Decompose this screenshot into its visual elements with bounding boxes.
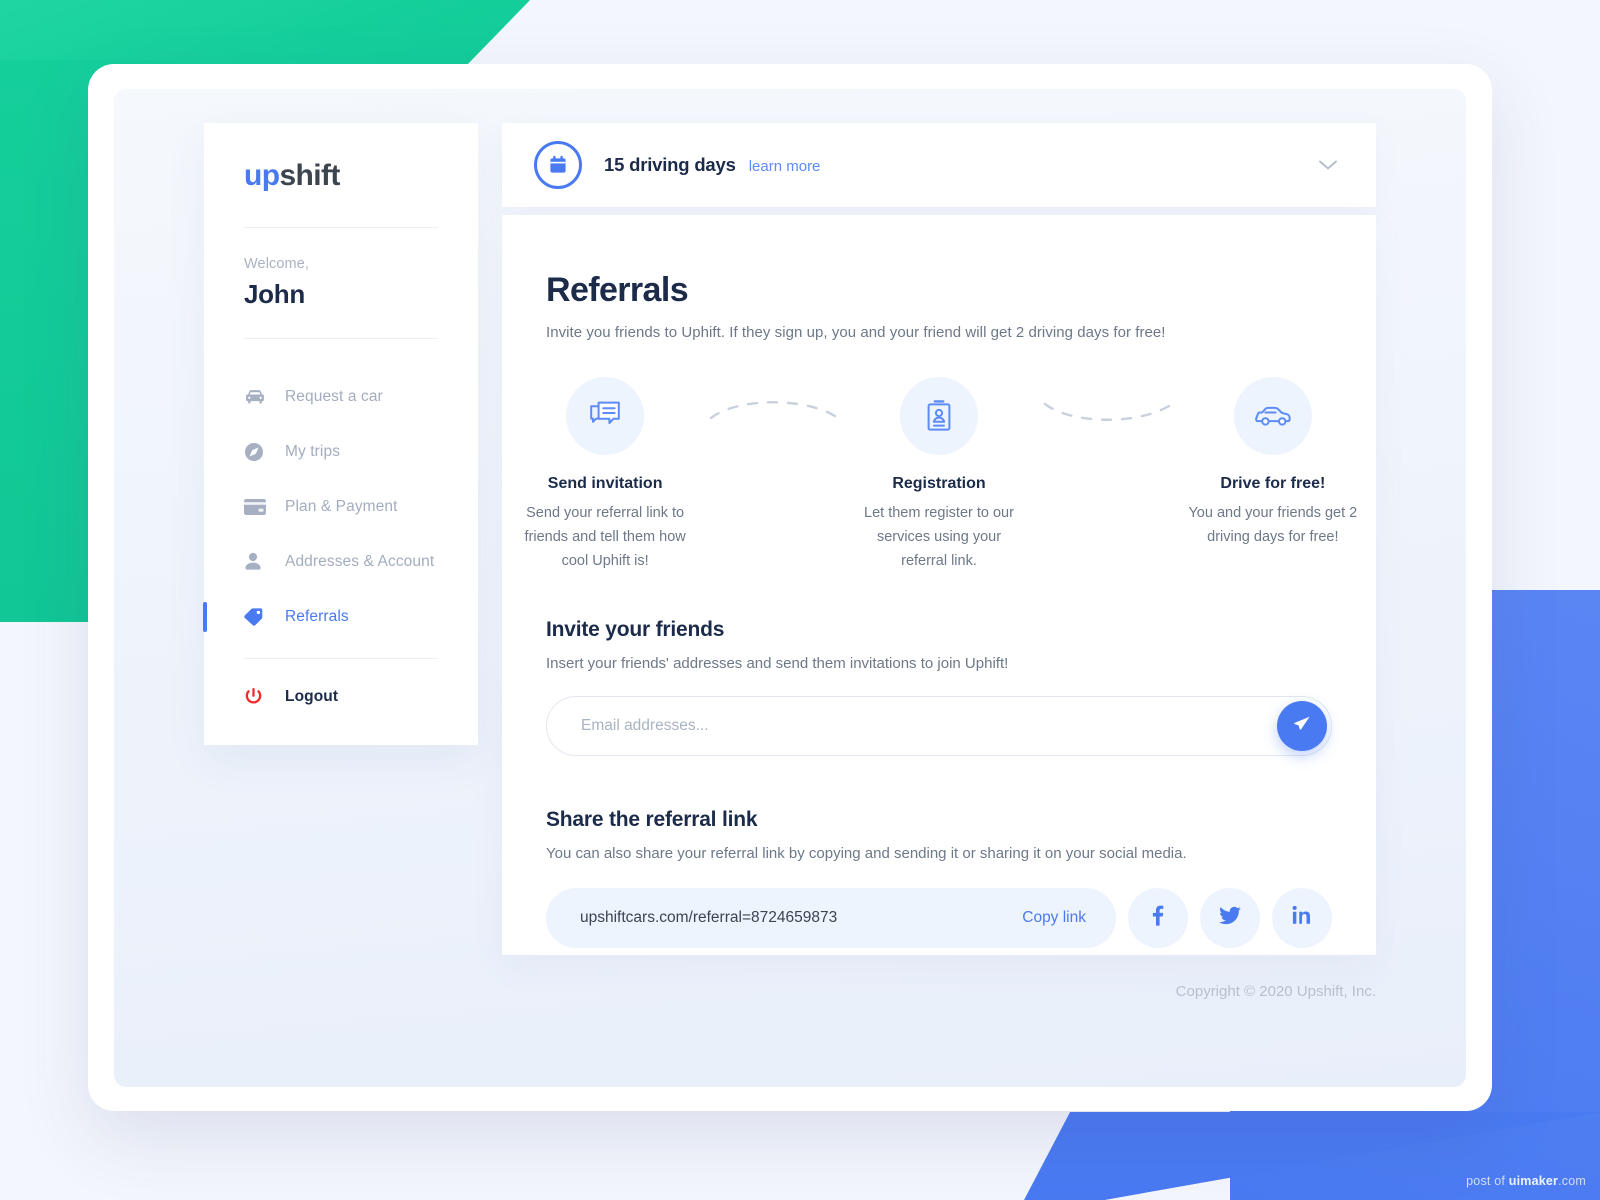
sidebar-item-label: My trips <box>285 442 341 460</box>
chat-bubbles-icon <box>566 377 645 455</box>
step-connector-1 <box>708 377 840 455</box>
step-send-invitation: Send invitation Send your referral link … <box>502 377 708 574</box>
person-icon <box>244 552 270 572</box>
sidebar-item-request-a-car[interactable]: Request a car <box>204 369 478 424</box>
sidebar-item-referrals[interactable]: Referrals <box>203 589 478 644</box>
watermark: post of uimaker.com <box>1466 1174 1586 1188</box>
invite-friends-section: Invite your friends Insert your friends'… <box>502 618 1376 756</box>
user-name: John <box>244 279 305 309</box>
share-link-section: Share the referral link You can also sha… <box>502 808 1376 948</box>
sidebar-item-label: Plan & Payment <box>285 497 398 515</box>
tag-icon <box>244 607 270 627</box>
invite-section-title: Invite your friends <box>546 617 725 641</box>
step-title: Drive for free! <box>1220 475 1326 492</box>
driving-days-banner: 15 driving days learn more <box>502 123 1376 207</box>
copyright-text: Copyright © 2020 Upshift, Inc. <box>1175 983 1376 1000</box>
step-description: You and your friends get 2 driving days … <box>1188 505 1358 545</box>
welcome-block: Welcome, John <box>244 256 478 310</box>
green-shape-top <box>0 0 532 64</box>
twitter-icon <box>1219 906 1241 930</box>
logout-label: Logout <box>285 687 339 705</box>
sidebar-item-label: Request a car <box>285 387 383 405</box>
logout-button[interactable]: Logout <box>204 669 478 724</box>
car-side-icon <box>1233 377 1312 455</box>
page-subtitle: Invite you friends to Uphift. If they si… <box>546 324 1166 341</box>
credit-card-icon <box>244 497 270 517</box>
device-frame: upshift Welcome, John Request a car My t… <box>88 64 1492 1111</box>
sidebar-nav: Request a car My trips Plan & Payment Ad… <box>203 369 478 724</box>
step-description: Let them register to our services using … <box>864 505 1014 569</box>
linkedin-icon <box>1292 905 1312 930</box>
step-connector-2 <box>1042 377 1174 455</box>
watermark-prefix: post of <box>1466 1174 1509 1188</box>
facebook-icon <box>1152 904 1164 931</box>
invite-section-subtitle: Insert your friends' addresses and send … <box>546 654 1009 672</box>
sidebar-item-label: Addresses & Account <box>285 552 435 570</box>
watermark-suffix: .com <box>1558 1174 1586 1188</box>
learn-more-link[interactable]: learn more <box>749 158 821 175</box>
sidebar-divider-top <box>244 227 438 228</box>
calendar-icon <box>534 141 582 189</box>
banner-text-group: 15 driving days learn more <box>604 154 820 176</box>
driving-days-count: 15 driving days <box>604 154 736 175</box>
copy-link-button[interactable]: Copy link <box>1022 909 1086 927</box>
step-description: Send your referral link to friends and t… <box>524 505 686 569</box>
referral-link-pill: upshiftcars.com/referral=8724659873 Copy… <box>546 887 1116 948</box>
send-paper-plane-icon <box>1293 715 1311 736</box>
car-icon <box>244 387 270 407</box>
referral-url: upshiftcars.com/referral=8724659873 <box>580 908 838 926</box>
referral-steps: Send invitation Send your referral link … <box>502 377 1376 574</box>
power-icon <box>244 687 270 707</box>
email-input-row <box>546 695 1332 756</box>
page-title: Referrals <box>546 271 689 309</box>
watermark-brand: uimaker <box>1508 1174 1559 1188</box>
share-section-title: Share the referral link <box>546 807 758 831</box>
referrals-panel: Referrals Invite you friends to Uphift. … <box>502 215 1376 955</box>
step-registration: Registration Let them register to our se… <box>836 377 1042 574</box>
twitter-share-button[interactable] <box>1200 887 1260 948</box>
app-viewport: upshift Welcome, John Request a car My t… <box>114 89 1466 1087</box>
sidebar: upshift Welcome, John Request a car My t… <box>203 123 478 745</box>
sidebar-item-my-trips[interactable]: My trips <box>204 424 478 479</box>
logo-up-text: up <box>244 159 280 192</box>
app-logo[interactable]: upshift <box>244 159 478 193</box>
step-drive-for-free: Drive for free! You and your friends get… <box>1170 377 1376 550</box>
id-card-icon <box>899 377 978 455</box>
logo-shift-text: shift <box>279 159 340 192</box>
chevron-down-icon[interactable] <box>1318 159 1338 171</box>
sidebar-item-plan-payment[interactable]: Plan & Payment <box>204 479 478 534</box>
sidebar-item-addresses-account[interactable]: Addresses & Account <box>204 534 478 589</box>
step-title: Registration <box>892 475 986 492</box>
share-row: upshiftcars.com/referral=8724659873 Copy… <box>546 887 1332 948</box>
welcome-label: Welcome, <box>244 256 309 272</box>
step-title: Send invitation <box>547 475 663 492</box>
send-invitations-button[interactable] <box>1277 700 1327 751</box>
sidebar-divider-bottom <box>244 658 438 659</box>
compass-icon <box>244 442 270 462</box>
sidebar-divider-mid <box>244 338 438 339</box>
sidebar-item-label: Referrals <box>285 607 349 625</box>
email-addresses-input[interactable] <box>546 695 1332 756</box>
share-section-subtitle: You can also share your referral link by… <box>546 844 1187 862</box>
linkedin-share-button[interactable] <box>1272 887 1332 948</box>
facebook-share-button[interactable] <box>1128 887 1188 948</box>
